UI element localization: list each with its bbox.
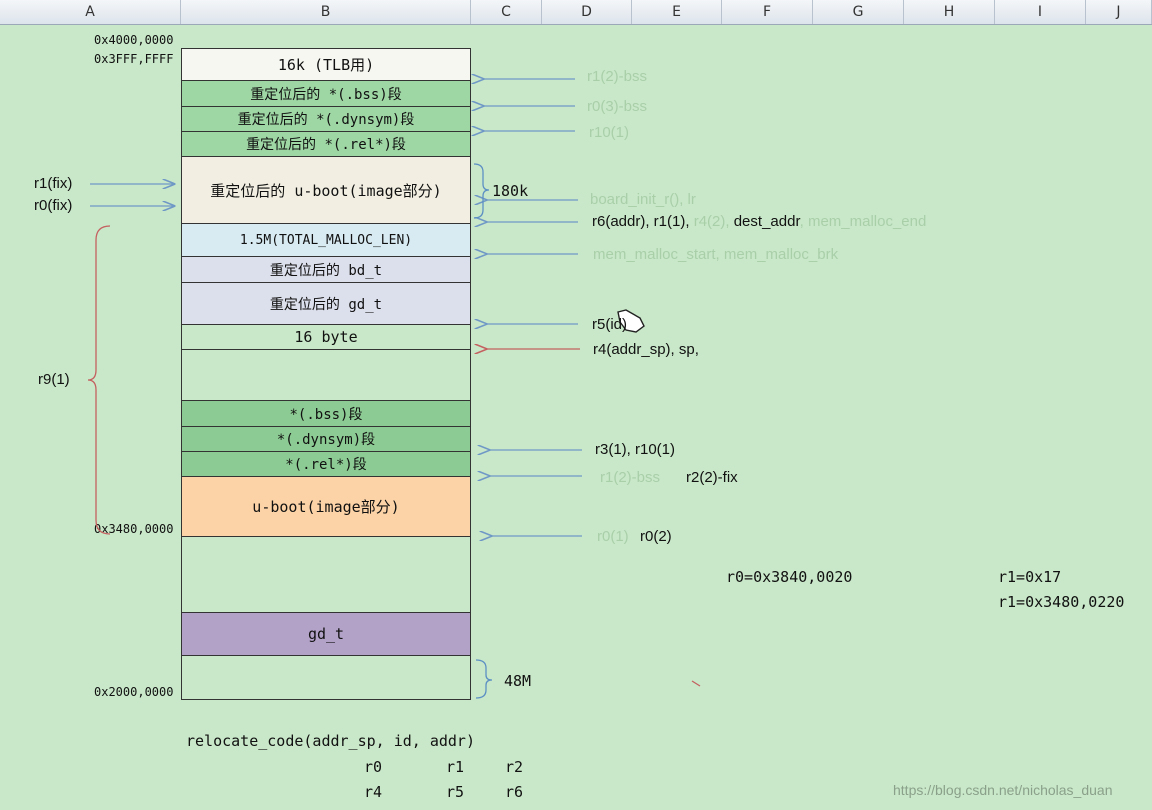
- column-e[interactable]: E: [632, 0, 722, 24]
- call-row1-r2: r2: [505, 758, 524, 776]
- column-d[interactable]: D: [542, 0, 632, 24]
- label-r1-fix: r1(fix): [34, 175, 73, 192]
- label-r0-fix: r0(fix): [34, 197, 73, 214]
- block-16-byte: 16 byte: [181, 324, 471, 350]
- annotation-r4-2-text: r4(2),: [693, 213, 734, 230]
- label-r9: r9(1): [38, 371, 70, 388]
- block-bss: *(.bss)段: [181, 400, 471, 427]
- block-gd-t: gd_t: [181, 612, 471, 656]
- column-c[interactable]: C: [471, 0, 542, 24]
- block-malloc: 1.5M(TOTAL_MALLOC_LEN): [181, 223, 471, 257]
- annotation-r4-addr-sp: r4(addr_sp), sp,: [593, 341, 699, 358]
- call-row2-r5: r5: [446, 783, 465, 801]
- register-r0: r0=0x3840,0020: [726, 568, 853, 586]
- column-a[interactable]: A: [0, 0, 181, 24]
- annotation-dest-addr-text: dest_addr: [733, 213, 800, 230]
- block-relocated-bss: 重定位后的 *(.bss)段: [181, 80, 471, 107]
- register-r1-b: r1=0x3480,0220: [998, 593, 1125, 611]
- address-top2: 0x3FFF,FFFF: [94, 52, 174, 66]
- annotation-board-init-r: board_init_r(), lr: [590, 191, 696, 208]
- red-tick: [691, 680, 701, 687]
- brace-180k: [473, 163, 490, 219]
- block-empty-2: [181, 536, 471, 613]
- address-mid: 0x3480,0000: [94, 522, 174, 536]
- column-j[interactable]: J: [1086, 0, 1152, 24]
- column-g[interactable]: G: [813, 0, 904, 24]
- brace-48m: [475, 659, 493, 699]
- register-r1-a: r1=0x17: [998, 568, 1062, 586]
- column-h[interactable]: H: [904, 0, 995, 24]
- annotation-r0-1-faint: r0(1): [597, 528, 629, 545]
- annotation-mem-malloc-start: mem_malloc_start, mem_malloc_brk: [593, 246, 839, 263]
- annotation-r0-2: r0(2): [640, 528, 672, 545]
- block-uboot: u-boot(image部分): [181, 476, 471, 537]
- annotation-r2-2-fix: r2(2)-fix: [686, 469, 738, 486]
- column-b[interactable]: B: [181, 0, 471, 24]
- block-relocated-gd-t: 重定位后的 gd_t: [181, 282, 471, 325]
- block-dynsym: *(.dynsym)段: [181, 426, 471, 452]
- block-relocated-rel: 重定位后的 *(.rel*)段: [181, 131, 471, 157]
- annotation-r1-2-bss: r1(2)-bss: [587, 68, 648, 85]
- column-i[interactable]: I: [995, 0, 1086, 24]
- block-relocated-uboot: 重定位后的 u-boot(image部分): [181, 156, 471, 224]
- label-180k: 180k: [492, 182, 529, 200]
- column-f[interactable]: F: [722, 0, 813, 24]
- annotation-r10-1: r10(1): [589, 124, 630, 141]
- call-signature: relocate_code(addr_sp, id, addr): [186, 732, 475, 750]
- annotation-r6-addr-text: r6(addr), r1(1),: [592, 213, 694, 230]
- annotation-mem-malloc-end-text: , mem_malloc_end: [799, 213, 927, 230]
- annotation-r3-r10: r3(1), r10(1): [595, 441, 676, 458]
- watermark: https://blog.csdn.net/nicholas_duan: [893, 782, 1113, 798]
- block-tlb: 16k (TLB用): [181, 48, 471, 81]
- call-row2-r6: r6: [505, 783, 524, 801]
- block-relocated-bd-t: 重定位后的 bd_t: [181, 256, 471, 283]
- label-48m: 48M: [504, 672, 532, 690]
- block-rel: *(.rel*)段: [181, 451, 471, 477]
- annotation-r1-2-bss-faint: r1(2)-bss: [600, 469, 661, 486]
- block-empty-3: [181, 655, 471, 700]
- brace-r9: [87, 225, 111, 535]
- call-row1-r0: r0: [364, 758, 383, 776]
- annotation-r5-id: r5(id): [592, 316, 628, 333]
- address-top1: 0x4000,0000: [94, 33, 174, 47]
- block-relocated-dynsym: 重定位后的 *(.dynsym)段: [181, 106, 471, 132]
- call-row2-r4: r4: [364, 783, 383, 801]
- column-header: A B C D E F G H I J: [0, 0, 1152, 25]
- address-bottom: 0x2000,0000: [94, 685, 174, 699]
- block-empty-1: [181, 349, 471, 401]
- annotation-r0-3-bss: r0(3)-bss: [587, 98, 648, 115]
- call-row1-r1: r1: [446, 758, 465, 776]
- annotation-r6-addr: r6(addr), r1(1), r4(2), dest_addr, mem_m…: [592, 213, 926, 230]
